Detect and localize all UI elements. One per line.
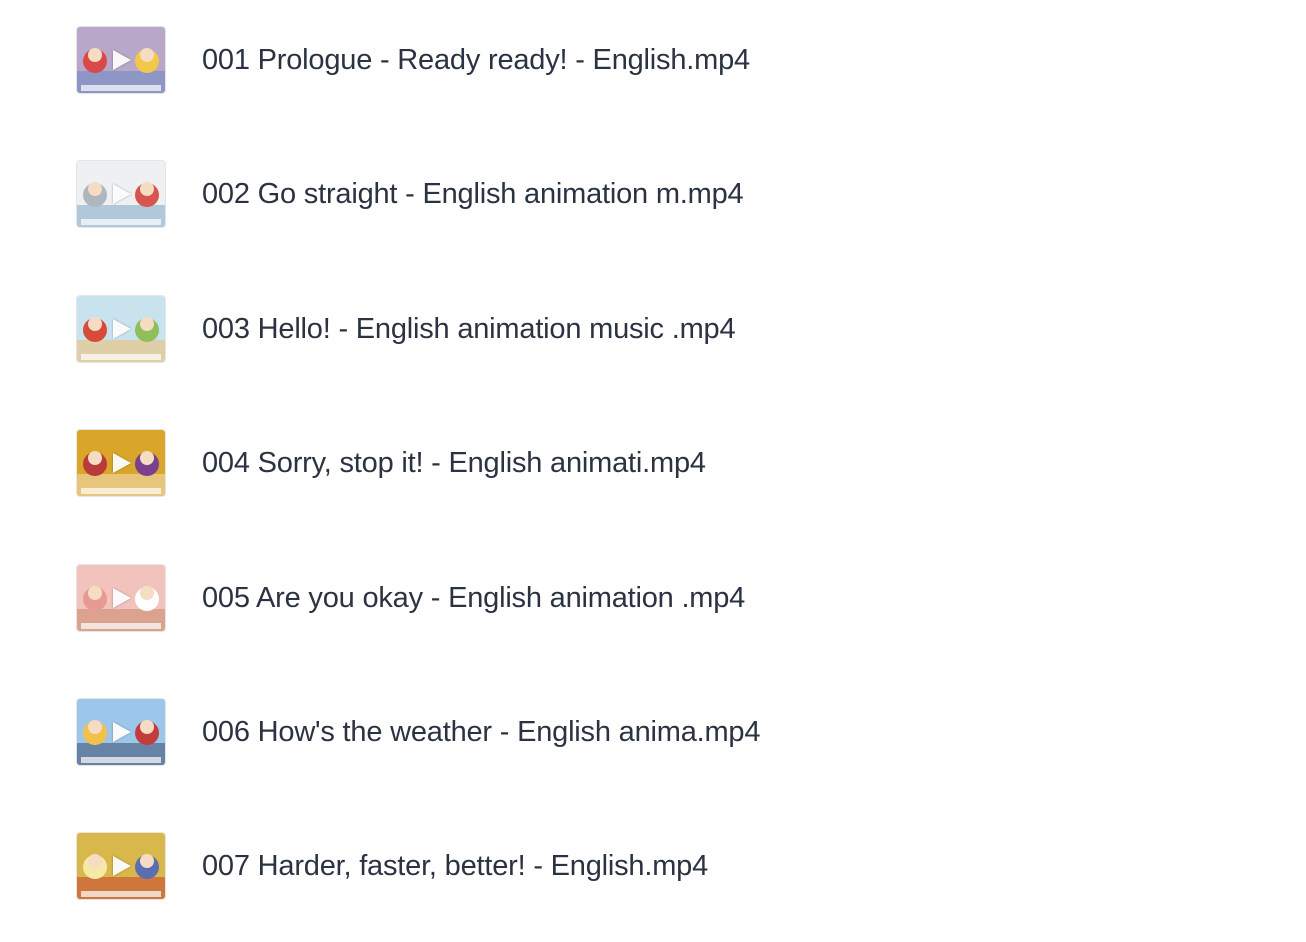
video-thumbnail[interactable] bbox=[77, 296, 165, 362]
file-name[interactable]: 006 How's the weather - English anima.mp… bbox=[202, 716, 760, 749]
file-item[interactable]: 001 Prologue - Ready ready! - English.mp… bbox=[0, 25, 1306, 95]
file-name[interactable]: 003 Hello! - English animation music .mp… bbox=[202, 313, 736, 346]
video-thumbnail[interactable] bbox=[77, 430, 165, 496]
play-icon bbox=[113, 50, 131, 70]
play-icon bbox=[113, 319, 131, 339]
video-thumbnail[interactable] bbox=[77, 161, 165, 227]
video-thumbnail[interactable] bbox=[77, 699, 165, 765]
file-name[interactable]: 002 Go straight - English animation m.mp… bbox=[202, 178, 744, 211]
play-icon bbox=[113, 588, 131, 608]
play-icon bbox=[113, 184, 131, 204]
file-name[interactable]: 004 Sorry, stop it! - English animati.mp… bbox=[202, 447, 706, 480]
file-item[interactable]: 002 Go straight - English animation m.mp… bbox=[0, 159, 1306, 229]
file-name[interactable]: 005 Are you okay - English animation .mp… bbox=[202, 582, 745, 615]
video-thumbnail[interactable] bbox=[77, 27, 165, 93]
file-name[interactable]: 007 Harder, faster, better! - English.mp… bbox=[202, 850, 708, 883]
file-name[interactable]: 001 Prologue - Ready ready! - English.mp… bbox=[202, 44, 750, 77]
file-item[interactable]: 004 Sorry, stop it! - English animati.mp… bbox=[0, 428, 1306, 498]
video-thumbnail[interactable] bbox=[77, 833, 165, 899]
file-list: 001 Prologue - Ready ready! - English.mp… bbox=[0, 0, 1306, 942]
file-item[interactable]: 006 How's the weather - English anima.mp… bbox=[0, 697, 1306, 767]
file-item[interactable]: 003 Hello! - English animation music .mp… bbox=[0, 294, 1306, 364]
play-icon bbox=[113, 453, 131, 473]
file-item[interactable]: 007 Harder, faster, better! - English.mp… bbox=[0, 831, 1306, 901]
play-icon bbox=[113, 856, 131, 876]
play-icon bbox=[113, 722, 131, 742]
file-item[interactable]: 005 Are you okay - English animation .mp… bbox=[0, 563, 1306, 633]
video-thumbnail[interactable] bbox=[77, 565, 165, 631]
